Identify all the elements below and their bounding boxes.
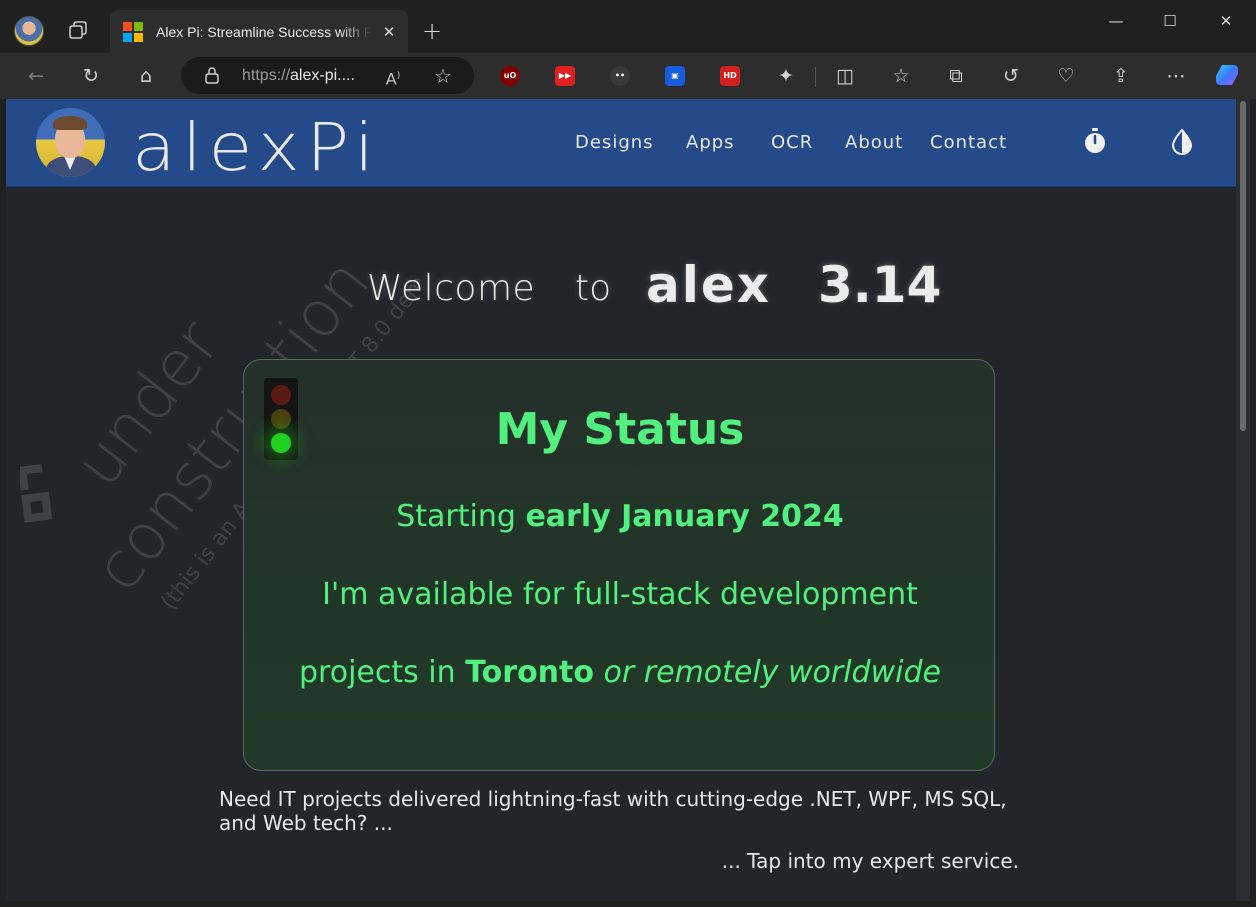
welcome-version: 3.14	[818, 256, 942, 314]
split-screen-icon[interactable]: ◫	[830, 62, 860, 90]
microsoft-logo-icon	[123, 22, 143, 42]
status-title: My Status	[495, 404, 745, 455]
tab-title: Alex Pi: Streamline Success with F	[156, 24, 372, 40]
nav-ocr[interactable]: OCR	[771, 131, 813, 155]
history-icon[interactable]: ↺	[996, 62, 1026, 90]
minimize-button[interactable]: —	[1094, 8, 1138, 34]
more-menu-icon[interactable]: ⋯	[1161, 62, 1191, 90]
tab-actions-icon[interactable]	[66, 20, 90, 42]
status-availability: I'm available for full-stack development	[322, 577, 918, 612]
spy-extension-icon[interactable]: ••	[610, 66, 630, 86]
page-viewport: alexPi Designs Apps OCR About Contact un…	[6, 99, 1250, 901]
close-window-button[interactable]: ✕	[1204, 8, 1248, 34]
author-avatar[interactable]	[36, 108, 105, 177]
url-text[interactable]: https://alex-pi....	[242, 65, 355, 87]
toolbar-separator	[815, 67, 816, 87]
intro-text: Need IT projects delivered lightning-fas…	[219, 787, 1007, 835]
site-header: alexPi Designs Apps OCR About Contact	[6, 99, 1236, 187]
theme-toggle-icon[interactable]	[1168, 127, 1196, 155]
profile-avatar[interactable]	[14, 16, 44, 46]
back-icon[interactable]: ←	[21, 62, 51, 90]
address-bar[interactable]: https://alex-pi.... A) ☆	[181, 57, 474, 94]
cta-text: ... Tap into my expert service.	[721, 849, 1019, 873]
extensions-icon[interactable]: ✦	[771, 62, 801, 90]
favorites-icon[interactable]: ☆	[886, 62, 916, 90]
stopwatch-icon[interactable]	[1081, 127, 1109, 155]
hd-extension-icon[interactable]: HD	[720, 66, 740, 86]
new-tab-button[interactable]: +	[420, 18, 444, 44]
nav-apps[interactable]: Apps	[686, 131, 735, 155]
browser-essentials-icon[interactable]: ♡	[1051, 62, 1081, 90]
tab-active[interactable]: Alex Pi: Streamline Success with F ✕	[110, 10, 408, 53]
youtube-extension-icon[interactable]: ▶▶	[555, 66, 575, 86]
bitwarden-extension-icon[interactable]: ▣	[665, 66, 685, 86]
site-brand-logo[interactable]: alexPi	[132, 109, 380, 187]
lock-icon[interactable]	[203, 66, 221, 84]
share-icon[interactable]: ⇪	[1106, 62, 1136, 90]
nav-contact[interactable]: Contact	[930, 131, 1007, 155]
home-icon[interactable]: ⌂	[131, 62, 161, 90]
welcome-alex: alex	[646, 256, 772, 314]
status-start-date: Starting early January 2024	[396, 499, 844, 534]
collections-icon[interactable]: ⧉	[941, 62, 971, 90]
maximize-button[interactable]: ☐	[1148, 8, 1192, 34]
status-card: My Status Starting early January 2024 I'…	[243, 359, 995, 771]
ublock-extension-icon[interactable]: uO	[500, 66, 520, 86]
browser-title-bar: Alex Pi: Streamline Success with F ✕ + —…	[0, 0, 1256, 53]
nav-about[interactable]: About	[845, 131, 903, 155]
nav-designs[interactable]: Designs	[575, 131, 654, 155]
welcome-heading: Welcome to alex 3.14	[6, 254, 1236, 326]
copilot-icon[interactable]	[1213, 62, 1243, 90]
welcome-to: to	[575, 268, 612, 309]
watermark-line1: under	[61, 307, 235, 501]
welcome-word: Welcome	[367, 268, 536, 309]
tab-close-icon[interactable]: ✕	[378, 21, 400, 43]
read-aloud-icon[interactable]: A)	[382, 65, 404, 88]
browser-toolbar: ← ↻ ⌂ https://alex-pi.... A) ☆ uO ▶▶ •• …	[0, 53, 1256, 99]
favorite-star-icon[interactable]: ☆	[432, 65, 454, 87]
scrollbar-thumb[interactable]	[1240, 101, 1246, 431]
page-scrollbar[interactable]	[1236, 99, 1250, 901]
refresh-icon[interactable]: ↻	[76, 62, 106, 90]
status-location: projects in Toronto or remotely worldwid…	[299, 655, 941, 690]
